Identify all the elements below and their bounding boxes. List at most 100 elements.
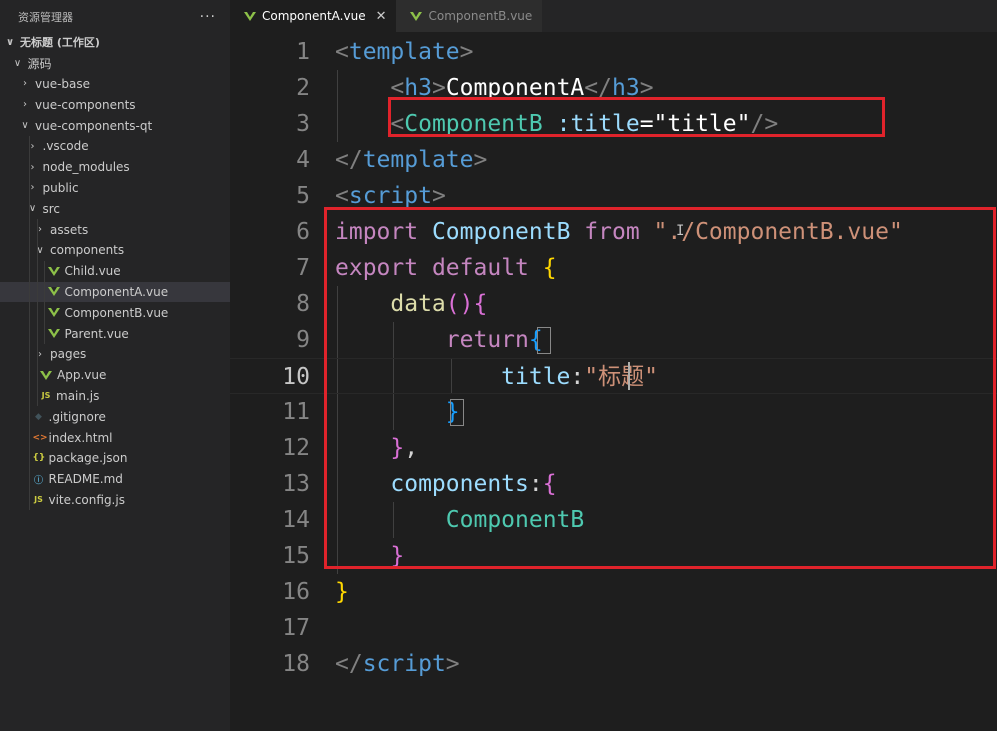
close-icon[interactable]: ✕ xyxy=(376,9,387,24)
line-number: 4 xyxy=(296,147,310,173)
tree-folder[interactable]: ∨ vue-components-qt xyxy=(0,115,230,136)
workspace-label: 无标题 (工作区) xyxy=(20,36,100,50)
html-file-icon: <> xyxy=(32,432,48,443)
indent-guide xyxy=(29,219,30,240)
tree-file[interactable]: JS main.js xyxy=(0,385,230,407)
tree-folder[interactable]: ∨ src xyxy=(0,198,230,220)
code-line[interactable]: 4 </template> xyxy=(230,142,997,178)
tree-item-label: components xyxy=(50,243,125,258)
tree-file[interactable]: {} package.json xyxy=(0,447,230,469)
indent-guide xyxy=(44,260,45,282)
indent-guide xyxy=(29,489,30,511)
tree-file[interactable]: ◆ .gitignore xyxy=(0,406,230,428)
code-line[interactable]: 17 xyxy=(230,610,997,646)
indent-guide xyxy=(36,343,38,365)
code-token: </ xyxy=(335,147,363,173)
tree-file[interactable]: App.vue xyxy=(0,364,230,386)
tree-folder[interactable]: ∨ 源码 xyxy=(0,53,230,74)
indent-guide xyxy=(36,281,38,303)
tree-item-label: .gitignore xyxy=(48,409,106,424)
tree-item-label: vue-base xyxy=(35,76,91,91)
line-number: 3 xyxy=(296,111,310,137)
line-number: 8 xyxy=(296,291,310,317)
tree-folder[interactable]: › vue-base xyxy=(0,74,230,95)
info-file-icon: ⓘ xyxy=(33,475,43,486)
tree-folder[interactable]: › assets xyxy=(0,219,230,240)
explorer-title: 资源管理器 xyxy=(18,11,73,24)
code-text: </template> xyxy=(335,142,487,178)
editor-tabs: ComponentA.vue ✕ ComponentB.vue xyxy=(230,0,997,32)
tree-item-label: 源码 xyxy=(27,56,52,71)
tree-folder[interactable]: › pages xyxy=(0,343,230,365)
vue-file-icon xyxy=(410,11,423,21)
vue-file-icon xyxy=(47,308,60,318)
indent-guide xyxy=(29,177,30,199)
code-line[interactable]: 18 </script> xyxy=(230,646,997,682)
tab-label: ComponentB.vue xyxy=(428,9,533,23)
code-token: script xyxy=(362,651,446,677)
explorer-header: 资源管理器 ··· xyxy=(0,0,230,34)
tree-folder[interactable]: › .vscode xyxy=(0,135,230,157)
line-number: 1 xyxy=(296,39,310,65)
tree-file[interactable]: ComponentA.vue xyxy=(0,281,230,303)
code-token: > xyxy=(445,651,460,677)
indent-guide xyxy=(29,198,30,220)
indent-guide xyxy=(29,468,30,490)
tree-folder[interactable]: › node_modules xyxy=(0,156,230,178)
vue-file-icon xyxy=(47,287,60,297)
tree-file[interactable]: JS vite.config.js xyxy=(0,489,230,511)
tree-file[interactable]: Parent.vue xyxy=(0,323,230,344)
line-number: 7 xyxy=(296,255,310,281)
tree-file[interactable]: ComponentB.vue xyxy=(0,302,230,324)
indent-guide xyxy=(29,260,30,282)
tree-folder[interactable]: ∨ components xyxy=(0,239,230,261)
indent-guide xyxy=(44,323,45,344)
tab-label: ComponentA.vue xyxy=(262,9,366,23)
line-number: 15 xyxy=(282,543,310,569)
line-number: 16 xyxy=(282,579,310,605)
tree-file[interactable]: ⓘ README.md xyxy=(0,468,230,490)
tree-item-label: package.json xyxy=(48,451,128,466)
indent-guide xyxy=(29,156,30,178)
vue-file-icon xyxy=(244,11,256,21)
more-actions-icon[interactable]: ··· xyxy=(200,9,216,25)
line-number: 18 xyxy=(282,651,310,677)
indent-guide xyxy=(29,385,30,407)
code-token: > xyxy=(473,147,488,173)
line-number: 11 xyxy=(282,399,310,425)
line-number: 12 xyxy=(282,435,310,461)
tree-item-label: vue-components xyxy=(35,97,136,112)
tab-componentb[interactable]: ComponentB.vue xyxy=(396,0,543,32)
line-number: 2 xyxy=(296,75,310,101)
code-text: <template> xyxy=(335,34,474,70)
chevron-down-icon: ∨ xyxy=(21,120,29,132)
git-file-icon: ◆ xyxy=(35,411,42,422)
tree-folder[interactable]: › public xyxy=(0,177,230,199)
tree-file[interactable]: <> index.html xyxy=(0,427,230,448)
js-file-icon: JS xyxy=(41,391,51,401)
chevron-right-icon: › xyxy=(23,99,27,111)
code-token: < xyxy=(335,183,349,209)
line-number: 14 xyxy=(282,507,310,533)
indent-guide xyxy=(36,260,38,282)
indent-guide xyxy=(29,447,30,469)
code-line[interactable]: 16} xyxy=(230,574,997,610)
code-line[interactable]: 1 <template> xyxy=(230,34,997,70)
tree-item-label: .vscode xyxy=(42,139,89,154)
indent-guide xyxy=(29,427,30,448)
tree-file[interactable]: Child.vue xyxy=(0,260,230,282)
indent-guide xyxy=(29,364,30,386)
tree-folder[interactable]: › vue-components xyxy=(0,94,230,115)
indent-guide xyxy=(36,364,38,386)
code-text: } xyxy=(335,574,349,610)
tree-item-label: Child.vue xyxy=(64,264,121,279)
code-editor[interactable]: 1 <template> 2 <h3>ComponentA</h3> 3 <Compo… xyxy=(230,32,997,731)
code-token: > xyxy=(431,183,446,209)
code-token: script xyxy=(348,183,432,209)
tab-componenta[interactable]: ComponentA.vue ✕ xyxy=(230,0,397,32)
workspace-root[interactable]: ∨ 无标题 (工作区) xyxy=(0,32,230,53)
tree-item-label: pages xyxy=(50,347,87,362)
highlight-box xyxy=(324,207,996,569)
